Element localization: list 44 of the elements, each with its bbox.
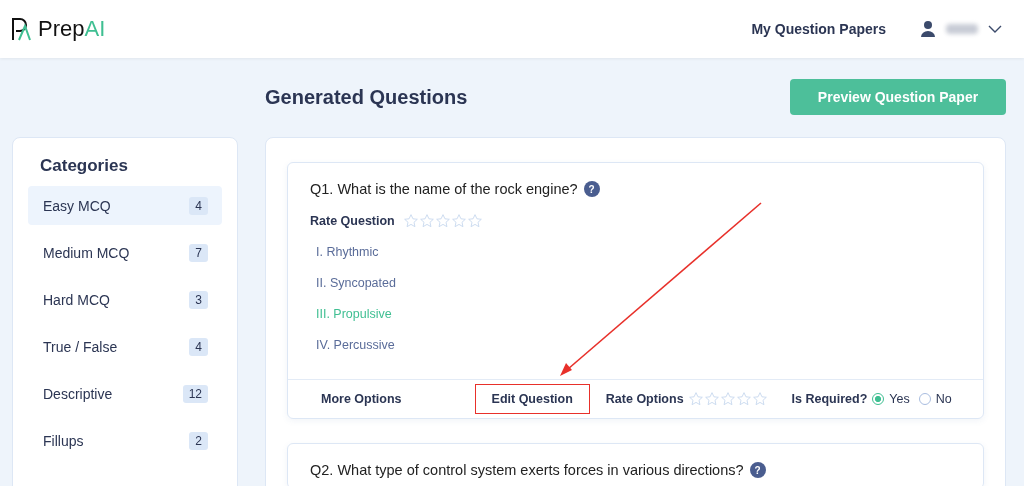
help-icon[interactable]: ? <box>583 181 600 197</box>
category-item[interactable]: True / False 4 <box>28 327 222 366</box>
count-badge: 4 <box>189 196 208 215</box>
category-item[interactable]: Descriptive 12 <box>28 374 222 413</box>
nav-link[interactable]: My Question Papers <box>751 21 886 37</box>
radio-label[interactable]: No <box>935 392 952 406</box>
star-rating[interactable] <box>402 213 483 229</box>
logo-text[interactable]: PrepAI <box>38 16 106 42</box>
radio-label[interactable]: Yes <box>889 392 910 406</box>
answer-option: IV. Percussive <box>310 338 961 369</box>
star-rating[interactable] <box>687 391 768 407</box>
category-label: Hard MCQ <box>43 291 110 308</box>
logo-icon <box>10 16 34 42</box>
chevron-down-icon[interactable] <box>988 25 1002 33</box>
count-badge: 3 <box>189 290 208 309</box>
rate-label: Rate Question <box>310 214 395 228</box>
category-label: True / False <box>43 338 118 355</box>
answer-option: III. Propulsive <box>310 307 961 338</box>
count-badge: 12 <box>182 384 208 403</box>
radio-button[interactable] <box>872 393 885 405</box>
question-text: Q1. What is the name of the rock engine? <box>310 181 578 197</box>
category-item[interactable]: Medium MCQ 7 <box>28 233 222 272</box>
category-item[interactable]: Hard MCQ 3 <box>28 280 222 319</box>
answer-option: I. Rhythmic <box>310 245 961 276</box>
edit-question-button[interactable]: Edit Question <box>474 384 590 414</box>
category-label: Easy MCQ <box>43 197 111 214</box>
more-options-button[interactable]: More Options <box>304 384 419 414</box>
count-badge: 7 <box>189 243 208 262</box>
answer-option: II. Syncopated <box>310 276 961 307</box>
page-title: Generated Questions <box>265 85 468 109</box>
category-item[interactable]: Fillups 2 <box>28 421 222 460</box>
category-label: Fillups <box>43 432 84 449</box>
rate-options-label: Rate Options <box>605 392 684 406</box>
question-text: Q2. What type of control system exerts forces in various directions? <box>310 462 744 478</box>
required-label: Is Required? <box>791 392 868 406</box>
category-item[interactable]: Easy MCQ 4 <box>28 186 222 225</box>
category-label: Descriptive <box>43 385 113 402</box>
count-badge: 4 <box>189 337 208 356</box>
help-icon[interactable]: ? <box>749 462 766 478</box>
user-icon[interactable] <box>920 20 936 38</box>
blurred-username <box>946 24 978 34</box>
categories-title: Categories <box>40 156 129 176</box>
count-badge: 2 <box>189 431 208 450</box>
category-label: Medium MCQ <box>43 244 130 261</box>
